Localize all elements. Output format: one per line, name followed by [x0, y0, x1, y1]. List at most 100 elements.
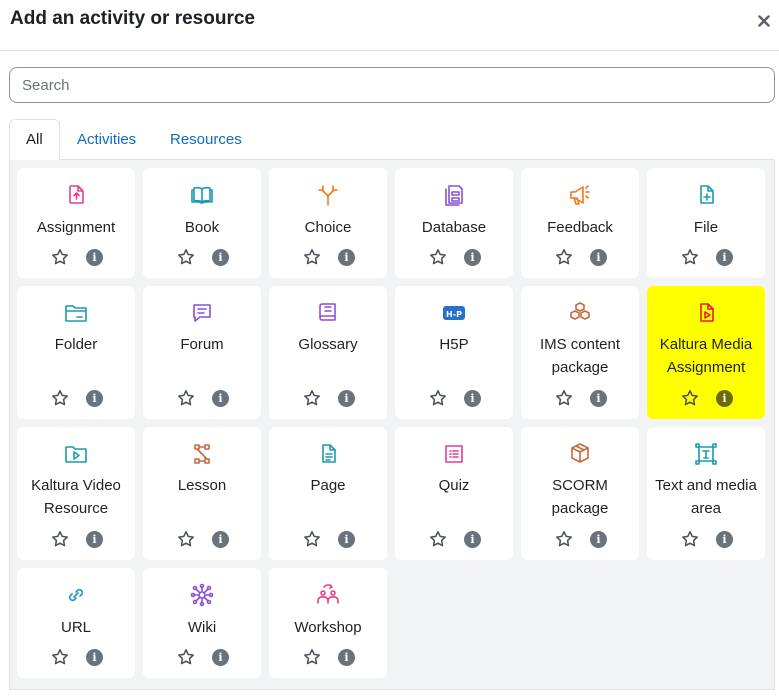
ims-package-icon — [567, 300, 593, 326]
info-icon[interactable]: i — [338, 531, 355, 548]
star-button[interactable] — [429, 389, 447, 407]
info-icon[interactable]: i — [464, 390, 481, 407]
glossary-icon — [315, 300, 341, 326]
info-icon[interactable]: i — [590, 531, 607, 548]
star-button[interactable] — [303, 648, 321, 666]
info-icon[interactable]: i — [338, 649, 355, 666]
info-icon[interactable]: i — [716, 390, 733, 407]
star-button[interactable] — [681, 248, 699, 266]
info-icon[interactable]: i — [86, 249, 103, 266]
star-button[interactable] — [177, 648, 195, 666]
info-icon[interactable]: i — [212, 249, 229, 266]
star-button[interactable] — [681, 530, 699, 548]
module-tile-database[interactable]: Database i — [395, 168, 513, 278]
module-label: URL — [60, 619, 91, 636]
file-icon — [693, 182, 719, 208]
module-label: Choice — [304, 219, 352, 236]
module-tile-folder[interactable]: Folder i — [17, 286, 135, 419]
module-tile-url[interactable]: URL i — [17, 568, 135, 678]
star-icon — [556, 390, 572, 406]
star-icon — [178, 249, 194, 265]
star-button[interactable] — [51, 530, 69, 548]
forum-icon — [189, 300, 215, 326]
star-button[interactable] — [51, 648, 69, 666]
module-tile-quiz[interactable]: Quiz i — [395, 427, 513, 560]
dialog-header: Add an activity or resource — [0, 0, 779, 51]
module-label: Feedback — [547, 219, 613, 236]
module-tile-scorm-package[interactable]: SCORM package i — [521, 427, 639, 560]
tab-list: All Activities Resources — [9, 119, 775, 160]
module-chooser-panel: Assignment i Book i Choice i Database i Feedback… — [9, 159, 775, 690]
module-tile-text-and-media-area[interactable]: Text and media area i — [647, 427, 765, 560]
module-tile-choice[interactable]: Choice i — [269, 168, 387, 278]
info-icon[interactable]: i — [86, 531, 103, 548]
star-icon — [430, 390, 446, 406]
info-icon[interactable]: i — [590, 390, 607, 407]
star-button[interactable] — [555, 530, 573, 548]
star-button[interactable] — [303, 389, 321, 407]
star-button[interactable] — [177, 389, 195, 407]
star-button[interactable] — [555, 248, 573, 266]
star-icon — [682, 249, 698, 265]
info-icon[interactable]: i — [212, 649, 229, 666]
star-icon — [304, 649, 320, 665]
page-icon — [315, 441, 341, 467]
star-button[interactable] — [177, 248, 195, 266]
svg-text:H-P: H-P — [446, 310, 462, 319]
star-button[interactable] — [303, 530, 321, 548]
module-label: Lesson — [177, 477, 227, 494]
module-tile-lesson[interactable]: Lesson i — [143, 427, 261, 560]
star-button[interactable] — [177, 530, 195, 548]
star-icon — [556, 531, 572, 547]
tab-all[interactable]: All — [9, 119, 60, 160]
star-button[interactable] — [51, 389, 69, 407]
assignment-icon — [63, 182, 89, 208]
close-button[interactable] — [755, 12, 773, 30]
star-button[interactable] — [51, 248, 69, 266]
feedback-icon — [567, 182, 593, 208]
star-button[interactable] — [429, 248, 447, 266]
star-icon — [52, 649, 68, 665]
module-tile-assignment[interactable]: Assignment i — [17, 168, 135, 278]
module-tile-forum[interactable]: Forum i — [143, 286, 261, 419]
module-tile-ims-content-package[interactable]: IMS content package i — [521, 286, 639, 419]
star-button[interactable] — [681, 389, 699, 407]
info-icon[interactable]: i — [212, 390, 229, 407]
info-icon[interactable]: i — [464, 249, 481, 266]
module-label: Database — [421, 219, 487, 236]
module-tile-page[interactable]: Page i — [269, 427, 387, 560]
info-icon[interactable]: i — [716, 249, 733, 266]
info-icon[interactable]: i — [212, 531, 229, 548]
tab-resources[interactable]: Resources — [170, 119, 242, 160]
info-icon[interactable]: i — [716, 531, 733, 548]
module-label: Page — [310, 477, 346, 494]
module-tile-kaltura-video-resource[interactable]: Kaltura Video Resource i — [17, 427, 135, 560]
module-label: Kaltura Video Resource — [31, 477, 121, 517]
info-icon[interactable]: i — [86, 649, 103, 666]
module-label: File — [693, 219, 719, 236]
lesson-icon — [189, 441, 215, 467]
tab-activities[interactable]: Activities — [77, 119, 136, 160]
module-tile-feedback[interactable]: Feedback i — [521, 168, 639, 278]
info-icon[interactable]: i — [464, 531, 481, 548]
star-icon — [682, 390, 698, 406]
module-tile-glossary[interactable]: Glossary i — [269, 286, 387, 419]
info-icon[interactable]: i — [338, 390, 355, 407]
info-icon[interactable]: i — [86, 390, 103, 407]
module-label: SCORM package — [551, 477, 609, 517]
star-icon — [430, 249, 446, 265]
module-tile-kaltura-media-assignment[interactable]: Kaltura Media Assignment i — [647, 286, 765, 419]
star-button[interactable] — [303, 248, 321, 266]
h5p-icon: H-P — [441, 300, 467, 326]
info-icon[interactable]: i — [590, 249, 607, 266]
star-button[interactable] — [429, 530, 447, 548]
star-button[interactable] — [555, 389, 573, 407]
star-icon — [430, 531, 446, 547]
module-tile-book[interactable]: Book i — [143, 168, 261, 278]
module-tile-h5p[interactable]: H-P H5P i — [395, 286, 513, 419]
module-tile-workshop[interactable]: Workshop i — [269, 568, 387, 678]
search-input[interactable] — [9, 67, 775, 103]
module-tile-wiki[interactable]: Wiki i — [143, 568, 261, 678]
info-icon[interactable]: i — [338, 249, 355, 266]
module-tile-file[interactable]: File i — [647, 168, 765, 278]
